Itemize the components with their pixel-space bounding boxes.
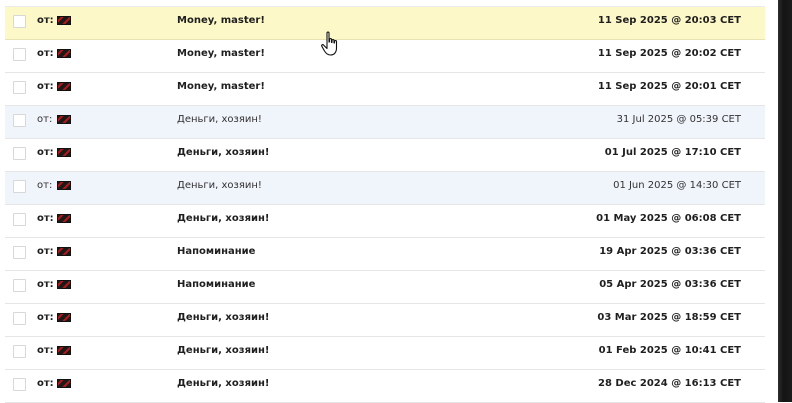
- from-label: от:: [37, 48, 54, 59]
- select-checkbox[interactable]: [13, 114, 26, 127]
- message-row[interactable]: от: Money, master! 11 Sep 2025 @ 20:01 C…: [5, 73, 765, 106]
- from-label: от:: [37, 312, 54, 323]
- window-edge: [778, 0, 792, 402]
- select-checkbox[interactable]: [13, 378, 26, 391]
- message-date: 01 Jul 2025 @ 17:10 CET: [604, 147, 741, 158]
- flag-icon: [57, 346, 71, 355]
- message-date: 01 Feb 2025 @ 10:41 CET: [598, 345, 741, 356]
- select-checkbox[interactable]: [13, 81, 26, 94]
- message-subject[interactable]: Money, master!: [177, 15, 265, 26]
- select-checkbox[interactable]: [13, 147, 26, 160]
- select-checkbox[interactable]: [13, 15, 26, 28]
- from-label: от:: [37, 378, 54, 389]
- flag-icon: [57, 16, 71, 25]
- flag-icon: [57, 280, 71, 289]
- select-checkbox[interactable]: [13, 345, 26, 358]
- select-checkbox[interactable]: [13, 180, 26, 193]
- message-list: от: Money, master! 11 Sep 2025 @ 20:03 C…: [5, 6, 765, 403]
- from-label: от:: [37, 180, 53, 191]
- message-subject[interactable]: Напоминание: [177, 246, 255, 257]
- message-date: 05 Apr 2025 @ 03:36 CET: [599, 279, 741, 290]
- message-subject[interactable]: Деньги, хозяин!: [177, 378, 269, 389]
- select-checkbox[interactable]: [13, 246, 26, 259]
- from-label: от:: [37, 81, 54, 92]
- message-row[interactable]: от: Деньги, хозяин! 31 Jul 2025 @ 05:39 …: [5, 106, 765, 139]
- message-subject[interactable]: Деньги, хозяин!: [177, 345, 269, 356]
- message-subject[interactable]: Деньги, хозяин!: [177, 180, 262, 191]
- from-label: от:: [37, 114, 53, 125]
- message-row[interactable]: от: Деньги, хозяин! 28 Dec 2024 @ 16:13 …: [5, 370, 765, 403]
- message-date: 19 Apr 2025 @ 03:36 CET: [599, 246, 741, 257]
- message-date: 01 May 2025 @ 06:08 CET: [596, 213, 741, 224]
- from-label: от:: [37, 213, 54, 224]
- message-date: 03 Mar 2025 @ 18:59 CET: [597, 312, 741, 323]
- flag-icon: [57, 214, 71, 223]
- flag-icon: [57, 82, 71, 91]
- message-row[interactable]: от: Money, master! 11 Sep 2025 @ 20:03 C…: [5, 6, 765, 40]
- select-checkbox[interactable]: [13, 279, 26, 292]
- from-label: от:: [37, 279, 54, 290]
- message-date: 31 Jul 2025 @ 05:39 CET: [616, 114, 741, 125]
- select-checkbox[interactable]: [13, 213, 26, 226]
- from-label: от:: [37, 15, 54, 26]
- flag-icon: [57, 247, 71, 256]
- message-date: 28 Dec 2024 @ 16:13 CET: [598, 378, 741, 389]
- message-row[interactable]: от: Money, master! 11 Sep 2025 @ 20:02 C…: [5, 40, 765, 73]
- message-subject[interactable]: Напоминание: [177, 279, 255, 290]
- select-checkbox[interactable]: [13, 312, 26, 325]
- message-subject[interactable]: Money, master!: [177, 81, 265, 92]
- flag-icon: [57, 379, 71, 388]
- message-date: 11 Sep 2025 @ 20:03 CET: [597, 15, 741, 26]
- message-subject[interactable]: Деньги, хозяин!: [177, 312, 269, 323]
- from-label: от:: [37, 246, 54, 257]
- message-row[interactable]: от: Деньги, хозяин! 01 Jul 2025 @ 17:10 …: [5, 139, 765, 172]
- message-row[interactable]: от: Напоминание 19 Apr 2025 @ 03:36 CET: [5, 238, 765, 271]
- message-subject[interactable]: Деньги, хозяин!: [177, 114, 262, 125]
- message-row[interactable]: от: Напоминание 05 Apr 2025 @ 03:36 CET: [5, 271, 765, 304]
- message-date: 11 Sep 2025 @ 20:02 CET: [597, 48, 741, 59]
- message-subject[interactable]: Money, master!: [177, 48, 265, 59]
- message-row[interactable]: от: Деньги, хозяин! 01 Feb 2025 @ 10:41 …: [5, 337, 765, 370]
- message-row[interactable]: от: Деньги, хозяин! 03 Mar 2025 @ 18:59 …: [5, 304, 765, 337]
- message-subject[interactable]: Деньги, хозяин!: [177, 213, 269, 224]
- message-date: 01 Jun 2025 @ 14:30 CET: [613, 180, 741, 191]
- select-checkbox[interactable]: [13, 48, 26, 61]
- message-row[interactable]: от: Деньги, хозяин! 01 Jun 2025 @ 14:30 …: [5, 172, 765, 205]
- from-label: от:: [37, 147, 54, 158]
- message-row[interactable]: от: Деньги, хозяин! 01 May 2025 @ 06:08 …: [5, 205, 765, 238]
- flag-icon: [57, 181, 71, 190]
- flag-icon: [57, 49, 71, 58]
- from-label: от:: [37, 345, 54, 356]
- flag-icon: [57, 115, 71, 124]
- message-date: 11 Sep 2025 @ 20:01 CET: [597, 81, 741, 92]
- message-subject[interactable]: Деньги, хозяин!: [177, 147, 269, 158]
- flag-icon: [57, 313, 71, 322]
- flag-icon: [57, 148, 71, 157]
